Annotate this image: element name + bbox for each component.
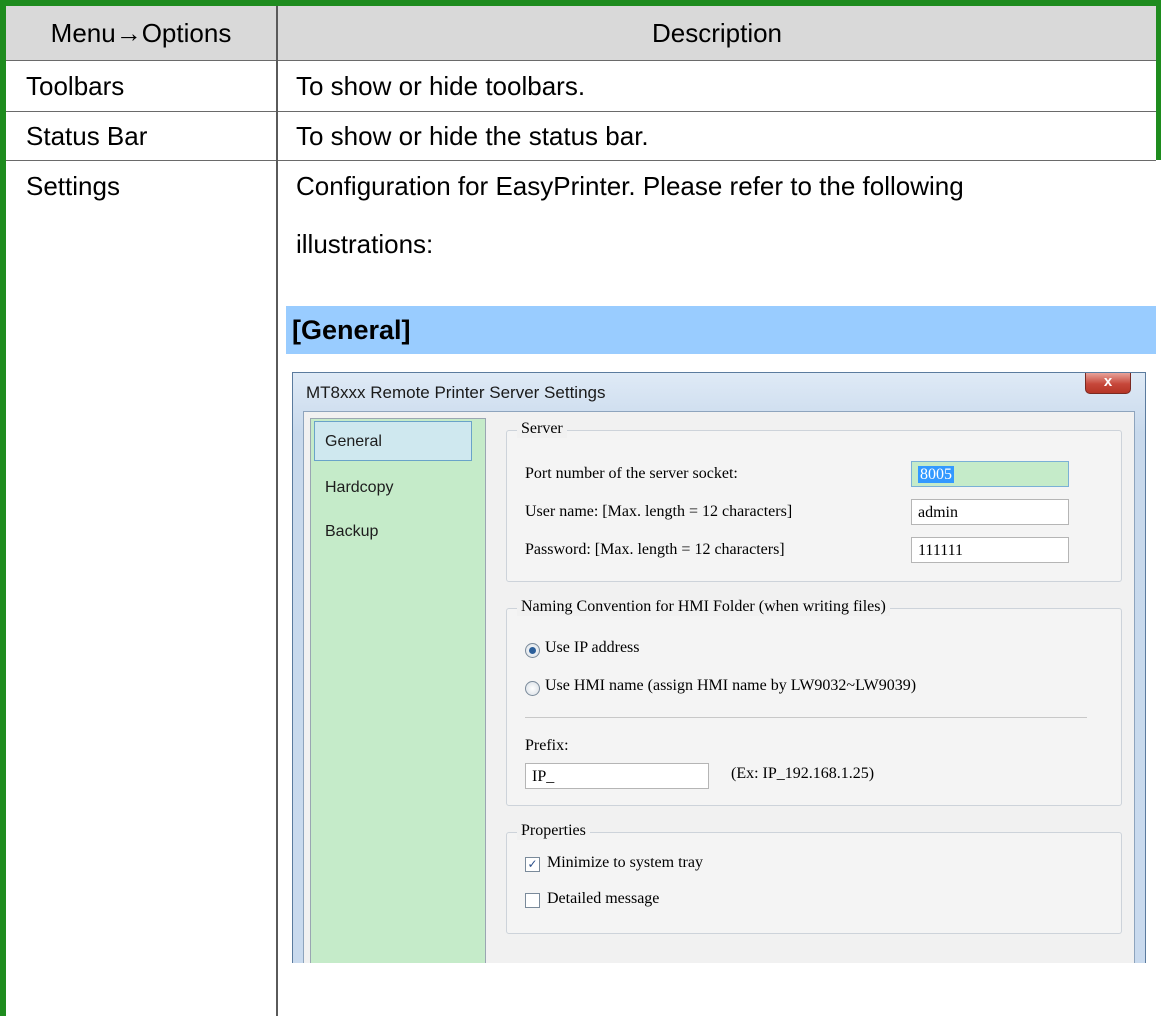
radio-use-hmi-name[interactable] [525, 681, 540, 696]
sidebar-item-general[interactable]: General [314, 421, 472, 461]
option-status-bar: Status Bar [26, 121, 148, 151]
radio-use-hmi-name-label: Use HMI name (assign HMI name by LW9032~… [545, 677, 917, 694]
settings-sidebar: General Hardcopy Backup [310, 418, 486, 963]
sidebar-item-hardcopy[interactable]: Hardcopy [325, 479, 393, 497]
prefix-input[interactable]: IP_ [525, 763, 709, 789]
header-menu-options: Menu→Options [50, 18, 232, 48]
password-input[interactable]: 111111 [911, 537, 1069, 563]
port-input[interactable]: 8005 [911, 461, 1069, 487]
table-row: Status Bar To show or hide the status ba… [6, 112, 1156, 161]
naming-convention-group: Naming Convention for HMI Folder (when w… [506, 598, 1122, 806]
description-settings-line2: illustrations: [296, 229, 434, 259]
description-settings-line1: Configuration for EasyPrinter. Please re… [296, 171, 964, 201]
description-settings: Configuration for EasyPrinter. Please re… [296, 161, 1146, 269]
table-row: Toolbars To show or hide toolbars. [6, 61, 1156, 112]
dialog-title: MT8xxx Remote Printer Server Settings [306, 383, 606, 402]
detailed-message-checkbox-label: Detailed message [547, 890, 660, 907]
prefix-label: Prefix: [525, 737, 569, 754]
page-right-border [1156, 0, 1161, 160]
settings-dialog-screenshot: MT8xxx Remote Printer Server Settings x … [292, 372, 1146, 963]
minimize-checkbox[interactable]: ✓ [525, 857, 540, 872]
detailed-message-checkbox[interactable] [525, 893, 540, 908]
dialog-body: General Hardcopy Backup Server Port numb… [303, 411, 1135, 963]
description-status-bar: To show or hide the status bar. [296, 121, 649, 151]
password-label: Password: [Max. length = 12 characters] [525, 541, 785, 558]
naming-group-title: Naming Convention for HMI Folder (when w… [517, 598, 890, 616]
radio-use-ip[interactable] [525, 643, 540, 658]
option-settings: Settings [26, 171, 120, 201]
column-divider [276, 6, 278, 1016]
server-group: Server Port number of the server socket:… [506, 420, 1122, 582]
prefix-example: (Ex: IP_192.168.1.25) [731, 765, 875, 782]
option-toolbars: Toolbars [26, 71, 125, 101]
header-description: Description [651, 18, 783, 48]
user-name-label: User name: [Max. length = 12 characters] [525, 503, 793, 520]
properties-group-title: Properties [517, 822, 590, 840]
naming-separator [525, 717, 1087, 718]
server-group-title: Server [517, 420, 567, 438]
properties-group: Properties ✓ Minimize to system tray Det… [506, 822, 1122, 934]
user-name-input[interactable]: admin [911, 499, 1069, 525]
radio-use-ip-label: Use IP address [545, 639, 640, 656]
table-header-row: Menu→Options Description [6, 6, 1156, 61]
port-label: Port number of the server socket: [525, 465, 738, 482]
sidebar-item-backup[interactable]: Backup [325, 523, 378, 541]
minimize-checkbox-label: Minimize to system tray [547, 854, 703, 871]
close-icon[interactable]: x [1085, 373, 1131, 394]
section-heading-general: [General] [286, 306, 1156, 354]
description-toolbars: To show or hide toolbars. [296, 71, 586, 101]
